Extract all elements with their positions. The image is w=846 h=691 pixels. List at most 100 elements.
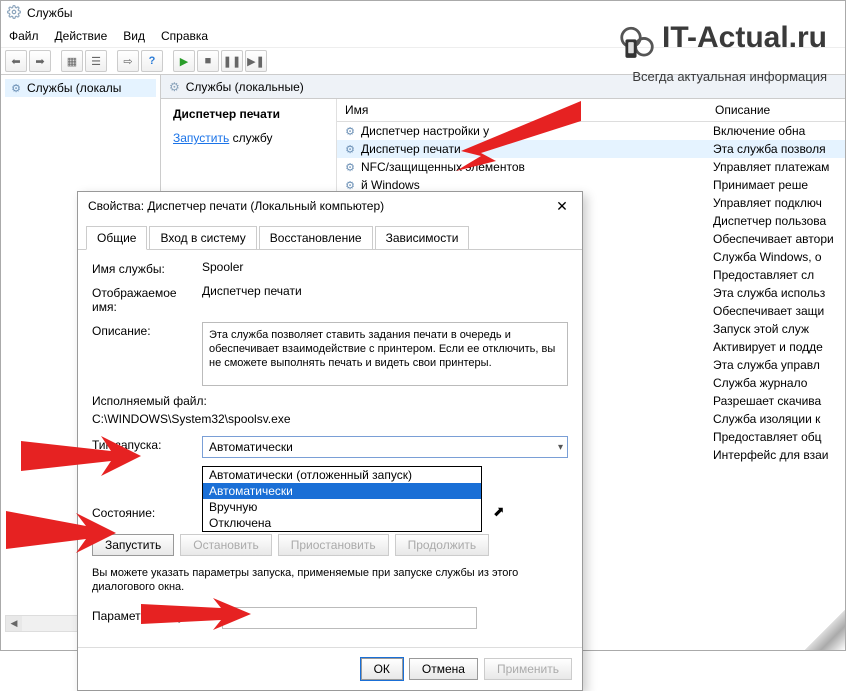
gear-icon: ⚙	[343, 178, 357, 192]
row-desc: Обеспечивает автори	[707, 232, 845, 246]
value-service-name: Spooler	[202, 260, 568, 276]
gear-icon: ⚙	[343, 142, 357, 156]
stop-button: Остановить	[180, 534, 272, 556]
page-curl	[805, 610, 845, 650]
dialog-title-bar: Свойства: Диспетчер печати (Локальный ко…	[78, 192, 582, 220]
tab-logon[interactable]: Вход в систему	[149, 226, 256, 249]
startup-type-combo[interactable]: Автоматически ▾	[202, 436, 568, 458]
ok-button[interactable]: ОК	[361, 658, 403, 680]
gear-icon: ⚙	[169, 80, 180, 94]
label-state: Состояние:	[92, 504, 202, 520]
export-button[interactable]: ⇨	[117, 50, 139, 72]
apply-button: Применить	[484, 658, 572, 680]
row-desc: Управляет подключ	[707, 196, 845, 210]
row-desc: Предоставляет обц	[707, 430, 845, 444]
help-button[interactable]: ?	[141, 50, 163, 72]
row-desc: Эта служба управл	[707, 358, 845, 372]
row-desc: Предоставляет сл	[707, 268, 845, 282]
back-button[interactable]: ⬅	[5, 50, 27, 72]
startup-type-dropdown[interactable]: Автоматически (отложенный запуск)Автомат…	[202, 466, 482, 532]
dropdown-option[interactable]: Вручную	[203, 499, 481, 515]
pause-button: Приостановить	[278, 534, 389, 556]
row-desc: Запуск этой служ	[707, 322, 845, 336]
tab-general[interactable]: Общие	[86, 226, 147, 250]
dialog-title: Свойства: Диспетчер печати (Локальный ко…	[88, 199, 384, 213]
value-display-name: Диспетчер печати	[202, 284, 568, 314]
dropdown-option[interactable]: Автоматически	[203, 483, 481, 499]
row-desc: Обеспечивает защи	[707, 304, 845, 318]
menu-action[interactable]: Действие	[55, 29, 108, 43]
close-button[interactable]: ✕	[548, 195, 576, 217]
menu-help[interactable]: Справка	[161, 29, 208, 43]
col-name[interactable]: Имя	[337, 99, 707, 121]
tab-dependencies[interactable]: Зависимости	[375, 226, 470, 249]
row-desc: Разрешает скачива	[707, 394, 845, 408]
service-row[interactable]: ⚙ Диспетчер настройки у Включение обна	[337, 122, 845, 140]
detail-header: Диспетчер печати	[173, 107, 324, 121]
value-description: Эта служба позволяет ставить задания печ…	[202, 322, 568, 386]
start-link[interactable]: Запустить	[173, 131, 229, 145]
dropdown-option[interactable]: Автоматически (отложенный запуск)	[203, 467, 481, 483]
row-desc: Принимает реше	[707, 178, 845, 192]
label-description: Описание:	[92, 322, 202, 386]
start-suffix: службу	[233, 131, 273, 145]
services-window: Службы Файл Действие Вид Справка ⬅ ➡ ▦ ☰…	[0, 0, 846, 651]
window-title: Службы	[27, 6, 72, 20]
label-service-name: Имя службы:	[92, 260, 202, 276]
chevron-down-icon: ▾	[558, 442, 563, 453]
row-desc: Включение обна	[707, 124, 845, 138]
services-icon	[7, 5, 21, 22]
row-name: Диспетчер печати	[361, 142, 461, 156]
row-desc: Эта служба позволя	[707, 142, 845, 156]
properties-dialog: Свойства: Диспетчер печати (Локальный ко…	[77, 191, 583, 691]
stop-service-button[interactable]: ■	[197, 50, 219, 72]
start-params-input[interactable]	[222, 607, 477, 629]
service-row[interactable]: ⚙NFC/защищенных элементовУправляет плате…	[337, 158, 845, 176]
watermark-logo: IT-Actual.ru Всегда актуальная информаци…	[603, 19, 827, 84]
row-desc: Диспетчер пользова	[707, 214, 845, 228]
pause-service-button[interactable]: ❚❚	[221, 50, 243, 72]
restart-service-button[interactable]: ▶❚	[245, 50, 267, 72]
row-desc: Служба журнало	[707, 376, 845, 390]
dialog-buttons: ОК Отмена Применить	[78, 647, 582, 690]
properties-button[interactable]: ☰	[85, 50, 107, 72]
label-start-params: Параметры запуска:	[92, 607, 222, 629]
label-startup-type: Тип запуска:	[92, 436, 202, 458]
tab-label: Службы (локальные)	[186, 80, 304, 94]
row-desc: Служба Windows, о	[707, 250, 845, 264]
row-name: й Windows	[361, 178, 420, 192]
cancel-button[interactable]: Отмена	[409, 658, 478, 680]
forward-button[interactable]: ➡	[29, 50, 51, 72]
dialog-body: Имя службы: Spooler Отображаемое имя: Ди…	[78, 250, 582, 647]
row-desc: Интерфейс для взаи	[707, 448, 845, 462]
col-desc[interactable]: Описание	[707, 99, 845, 121]
dropdown-option[interactable]: Отключена	[203, 515, 481, 531]
tree-node-label: Службы (локалы	[27, 81, 121, 95]
dialog-tabs: Общие Вход в систему Восстановление Зави…	[78, 220, 582, 250]
menu-view[interactable]: Вид	[123, 29, 145, 43]
logo-text: IT-Actual.ru	[662, 21, 827, 54]
view-table-button[interactable]: ▦	[61, 50, 83, 72]
row-name: NFC/защищенных элементов	[361, 160, 525, 174]
menu-file[interactable]: Файл	[9, 29, 39, 43]
gear-icon: ⚙	[343, 124, 357, 138]
tab-recovery[interactable]: Восстановление	[259, 226, 373, 249]
row-desc: Активирует и подде	[707, 340, 845, 354]
resume-button: Продолжить	[395, 534, 490, 556]
row-desc: Управляет платежам	[707, 160, 845, 174]
row-desc: Эта служба использ	[707, 286, 845, 300]
start-button[interactable]: Запустить	[92, 534, 174, 556]
hint-text: Вы можете указать параметры запуска, при…	[92, 566, 568, 595]
label-display-name: Отображаемое имя:	[92, 284, 202, 314]
gear-icon: ⚙	[9, 81, 23, 95]
value-exe: C:\WINDOWS\System32\spoolsv.exe	[92, 412, 568, 426]
row-desc: Служба изоляции к	[707, 412, 845, 426]
start-service-button[interactable]: ▶	[173, 50, 195, 72]
logo-tagline: Всегда актуальная информация	[603, 69, 827, 84]
combo-selected: Автоматически	[209, 440, 293, 454]
service-row[interactable]: ⚙ Диспетчер печати Эта служба позволя	[337, 140, 845, 158]
row-name: Диспетчер настройки у	[361, 124, 489, 138]
label-exe: Исполняемый файл:	[92, 394, 568, 408]
scroll-left-icon[interactable]: ◀	[6, 616, 22, 631]
tree-node-services[interactable]: ⚙ Службы (локалы	[5, 79, 156, 97]
